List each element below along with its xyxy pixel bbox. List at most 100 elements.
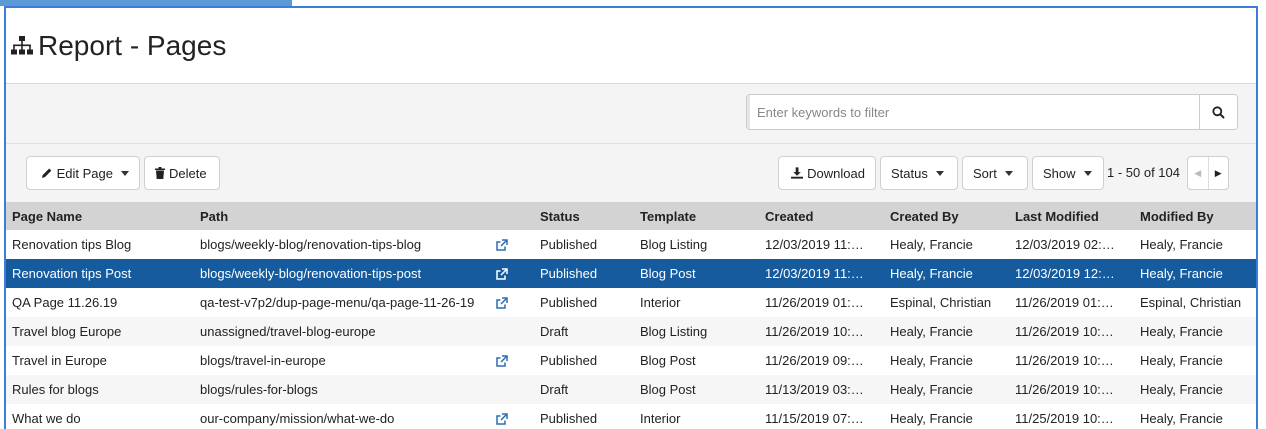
report-panel: Report - Pages Edit Page <box>4 6 1258 429</box>
search-input[interactable] <box>747 95 1199 129</box>
table-row[interactable]: Renovation tips Post blogs/weekly-blog/re… <box>6 259 1256 288</box>
cell-created-by: Healy, Francie <box>890 237 973 252</box>
cell-created-by: Healy, Francie <box>884 259 1009 288</box>
cell-page-name: Renovation tips Blog <box>12 237 132 252</box>
page-title: Report - Pages <box>38 29 227 61</box>
cell-created-by: Healy, Francie <box>884 375 1009 404</box>
cell-external-link[interactable] <box>496 230 534 259</box>
edit-page-label: Edit Page <box>56 165 113 181</box>
cell-path: qa-test-v7p2/dup-page-menu/qa-page-11-26… <box>200 295 475 310</box>
cell-page-name: Travel in Europe <box>12 353 107 368</box>
cell-last-modified: 11/26/2019 10:… <box>1009 375 1134 404</box>
delete-label: Delete <box>169 165 207 181</box>
cell-page-name: Travel blog Europe <box>6 317 194 346</box>
cell-status: Published <box>540 237 598 252</box>
external-link-icon <box>496 296 508 309</box>
show-label: Show <box>1043 165 1076 181</box>
cell-template: Blog Listing <box>634 317 759 346</box>
table-header-row: Page Name Path Status Template Created C… <box>6 202 1256 230</box>
cell-last-modified: 11/25/2019 10:… <box>1015 411 1114 426</box>
column-header-template[interactable]: Template <box>634 202 759 230</box>
cell-status: Published <box>534 259 634 288</box>
chevron-down-icon <box>1083 170 1092 176</box>
cell-path: blogs/rules-for-blogs <box>194 375 496 404</box>
cell-page-name: What we do <box>12 411 81 426</box>
chevron-down-icon <box>935 170 944 176</box>
cell-created: 11/15/2019 07:… <box>765 411 864 426</box>
column-header-status[interactable]: Status <box>534 202 634 230</box>
cell-modified-by: Espinal, Christian <box>1140 295 1242 310</box>
cell-template: Blog Post <box>640 353 696 368</box>
sitemap-icon <box>11 35 33 54</box>
external-link-icon <box>496 267 508 280</box>
column-header-link <box>496 202 534 230</box>
cell-last-modified: 11/26/2019 01:… <box>1015 295 1114 310</box>
column-header-modified-by[interactable]: Modified By <box>1134 202 1256 230</box>
cell-template: Interior <box>640 295 681 310</box>
cell-path: unassigned/travel-blog-europe <box>194 317 496 346</box>
cell-created-by: Healy, Francie <box>890 353 973 368</box>
toolbar: Edit Page Delete Download Status Sort Sh… <box>6 144 1256 202</box>
external-link-icon <box>496 238 508 251</box>
cell-last-modified: 12/03/2019 12:… <box>1009 259 1134 288</box>
cell-modified-by: Healy, Francie <box>1140 411 1223 426</box>
download-label: Download <box>807 165 865 181</box>
cell-page-name: Renovation tips Post <box>6 259 194 288</box>
table-body: Renovation tips Blog blogs/weekly-blog/re… <box>6 230 1256 429</box>
column-header-created[interactable]: Created <box>759 202 884 230</box>
cell-path: our-company/mission/what-we-do <box>200 411 395 426</box>
cell-created: 11/26/2019 01:… <box>765 295 864 310</box>
cell-page-name: QA Page 11.26.19 <box>12 295 118 310</box>
cell-last-modified: 12/03/2019 02:… <box>1015 237 1115 252</box>
cell-path: blogs/travel-in-europe <box>200 353 326 368</box>
next-page-button[interactable]: ▶ <box>1209 157 1229 189</box>
table-row[interactable]: What we do our-company/mission/what-we-do… <box>6 404 1256 429</box>
column-header-page-name[interactable]: Page Name <box>6 202 194 230</box>
cell-created: 11/26/2019 10:… <box>759 317 884 346</box>
table-row[interactable]: Travel blog Europe unassigned/travel-blog… <box>6 317 1256 346</box>
search-button[interactable] <box>1199 95 1237 129</box>
pagination-controls: ◀ ▶ <box>1187 156 1229 190</box>
table-row[interactable]: Renovation tips Blog blogs/weekly-blog/re… <box>6 230 1256 259</box>
prev-page-button[interactable]: ◀ <box>1188 157 1209 189</box>
search-box <box>746 94 1238 130</box>
cell-external-link <box>496 375 534 404</box>
cell-external-link[interactable] <box>496 346 534 375</box>
chevron-down-icon <box>1004 170 1013 176</box>
table-row[interactable]: Travel in Europe blogs/travel-in-europe Pu… <box>6 346 1256 375</box>
cell-external-link[interactable] <box>496 259 534 288</box>
table-row[interactable]: QA Page 11.26.19 qa-test-v7p2/dup-page-me… <box>6 288 1256 317</box>
cell-external-link[interactable] <box>496 404 534 429</box>
cell-last-modified: 11/26/2019 10:… <box>1009 317 1134 346</box>
cell-template: Interior <box>640 411 681 426</box>
external-link-icon <box>496 354 508 367</box>
cell-modified-by: Healy, Francie <box>1134 259 1256 288</box>
pages-table: Page Name Path Status Template Created C… <box>6 202 1256 429</box>
edit-page-button[interactable]: Edit Page <box>26 156 140 190</box>
cell-path: blogs/weekly-blog/renovation-tips-blog <box>200 237 422 252</box>
cell-external-link[interactable] <box>496 288 534 317</box>
cell-created: 12/03/2019 11:… <box>759 259 884 288</box>
pagination-info: 1 - 50 of 104 <box>1107 165 1180 180</box>
download-button[interactable]: Download <box>778 156 876 190</box>
cell-path: blogs/weekly-blog/renovation-tips-post <box>194 259 496 288</box>
delete-button[interactable]: Delete <box>144 156 220 190</box>
cell-modified-by: Healy, Francie <box>1134 317 1256 346</box>
sort-label: Sort <box>973 165 997 181</box>
cell-page-name: Rules for blogs <box>6 375 194 404</box>
sort-button[interactable]: Sort <box>962 156 1028 190</box>
show-button[interactable]: Show <box>1032 156 1104 190</box>
title-bar: Report - Pages <box>6 8 1256 84</box>
column-header-path[interactable]: Path <box>194 202 496 230</box>
trash-icon <box>155 167 165 179</box>
external-link-icon <box>496 412 508 425</box>
search-icon <box>1212 105 1225 119</box>
column-header-last-modified[interactable]: Last Modified <box>1009 202 1134 230</box>
status-filter-button[interactable]: Status <box>880 156 958 190</box>
cell-created: 11/13/2019 03:… <box>759 375 884 404</box>
cell-modified-by: Healy, Francie <box>1140 237 1223 252</box>
cell-external-link <box>496 317 534 346</box>
cell-created: 12/03/2019 11:… <box>765 237 864 252</box>
table-row[interactable]: Rules for blogs blogs/rules-for-blogs Draf… <box>6 375 1256 404</box>
column-header-created-by[interactable]: Created By <box>884 202 1009 230</box>
